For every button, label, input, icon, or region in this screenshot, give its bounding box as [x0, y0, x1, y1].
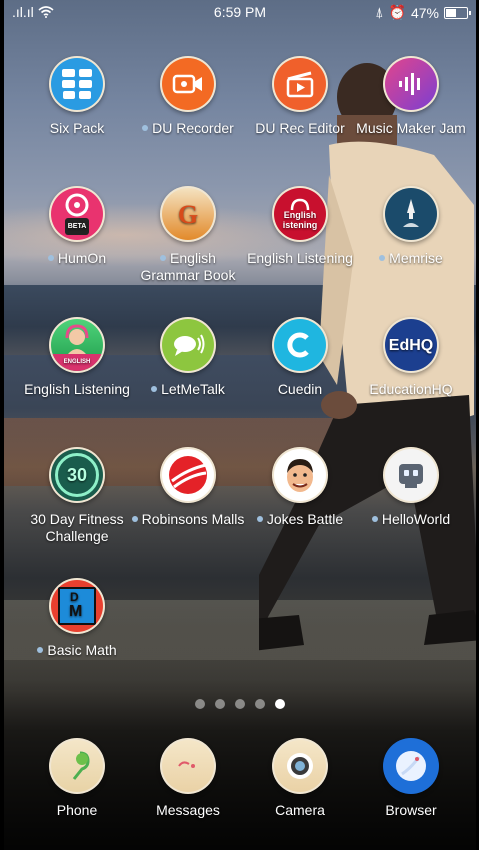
- six-pack-icon: [49, 56, 105, 112]
- app-30-day-fitness[interactable]: 30 30 Day Fitness Challenge: [18, 447, 136, 545]
- page-dot-current[interactable]: [275, 699, 285, 709]
- video-camera-icon: [160, 56, 216, 112]
- app-label: Browser: [385, 802, 437, 818]
- app-label: Basic Math: [18, 642, 136, 659]
- messages-icon: [160, 738, 216, 794]
- status-right: ⍋ ⏰ 47%: [375, 4, 471, 21]
- app-robinsons-malls[interactable]: Robinsons Malls: [129, 447, 247, 528]
- humon-icon: BETA: [49, 186, 105, 242]
- new-indicator-dot: [160, 255, 167, 261]
- silent-icon: ⍋: [375, 4, 384, 20]
- app-english-listening[interactable]: English istening English Listening: [241, 186, 359, 267]
- grammar-book-icon: G: [160, 186, 216, 242]
- app-english-listening-2[interactable]: ENGLISH English Listening: [18, 317, 136, 398]
- battery-percent: 47%: [410, 4, 439, 21]
- app-label: Music Maker Jam: [356, 120, 466, 136]
- app-memrise[interactable]: Memrise: [352, 186, 470, 267]
- dock-browser[interactable]: Browser: [352, 738, 470, 819]
- page-dot[interactable]: [235, 699, 245, 709]
- app-label: DU Recorder: [129, 120, 247, 137]
- phone-icon: [49, 738, 105, 794]
- app-label: Cuedin: [277, 381, 323, 397]
- app-letmetalk[interactable]: LetMeTalk: [129, 317, 247, 398]
- educationhq-icon: EdHQ: [383, 317, 439, 373]
- app-label: Phone: [56, 802, 98, 818]
- app-humon[interactable]: BETA HumOn: [18, 186, 136, 267]
- app-label: Messages: [156, 802, 220, 818]
- app-jokes-battle[interactable]: Jokes Battle: [241, 447, 359, 528]
- app-label: Jokes Battle: [241, 511, 359, 528]
- app-label: English Listening: [24, 381, 130, 397]
- dock-camera[interactable]: Camera: [241, 738, 359, 819]
- girl-headphones-icon: ENGLISH: [49, 317, 105, 373]
- app-english-grammar-book[interactable]: G English Grammar Book: [129, 186, 247, 284]
- cuedin-icon: [272, 317, 328, 373]
- new-indicator-dot: [256, 516, 263, 522]
- app-label: English Grammar Book: [140, 250, 236, 283]
- new-indicator-dot: [37, 647, 44, 653]
- app-label: English Listening: [247, 250, 353, 266]
- page-dot[interactable]: [215, 699, 225, 709]
- new-indicator-dot: [379, 255, 386, 261]
- robinsons-logo-icon: [160, 447, 216, 503]
- speech-bubble-icon: [160, 317, 216, 373]
- app-helloworld[interactable]: HelloWorld: [352, 447, 470, 528]
- app-label: HumOn: [18, 250, 136, 267]
- new-indicator-dot: [151, 386, 158, 392]
- app-label: 30 Day Fitness Challenge: [30, 511, 124, 544]
- dock-messages[interactable]: Messages: [129, 738, 247, 819]
- basic-math-icon: D M: [49, 578, 105, 634]
- new-indicator-dot: [142, 125, 149, 131]
- app-label: Six Pack: [49, 120, 105, 136]
- app-label: DU Rec Editor: [255, 120, 345, 136]
- app-label: LetMeTalk: [129, 381, 247, 398]
- app-label: Memrise: [352, 250, 470, 267]
- app-music-maker-jam[interactable]: Music Maker Jam: [352, 56, 470, 137]
- rocket-icon: [383, 186, 439, 242]
- beta-badge: BETA: [64, 218, 90, 235]
- app-cuedin[interactable]: Cuedin: [241, 317, 359, 398]
- clapperboard-icon: [272, 56, 328, 112]
- dock-phone[interactable]: Phone: [18, 738, 136, 819]
- page-dot[interactable]: [255, 699, 265, 709]
- page-indicator[interactable]: [4, 699, 476, 709]
- app-du-recorder[interactable]: DU Recorder: [129, 56, 247, 137]
- app-label: HelloWorld: [352, 511, 470, 528]
- app-label: Robinsons Malls: [129, 511, 247, 528]
- headphones-icon: English istening: [272, 186, 328, 242]
- app-six-pack[interactable]: Six Pack: [18, 56, 136, 137]
- app-du-rec-editor[interactable]: DU Rec Editor: [241, 56, 359, 137]
- alarm-icon: ⏰: [388, 4, 406, 20]
- robot-icon: [383, 447, 439, 503]
- new-indicator-dot: [131, 516, 138, 522]
- home-screen: .ıl.ıl 6:59 PM ⍋ ⏰ 47% Six Pack DU Recor…: [4, 0, 476, 850]
- page-dot[interactable]: [195, 699, 205, 709]
- app-educationhq[interactable]: EdHQ EducationHQ: [352, 317, 470, 398]
- battery-icon: [444, 6, 471, 19]
- browser-icon: [383, 738, 439, 794]
- status-bar: .ıl.ıl 6:59 PM ⍋ ⏰ 47%: [4, 0, 476, 24]
- sound-wave-icon: [383, 56, 439, 112]
- new-indicator-dot: [47, 255, 54, 261]
- cartoon-face-icon: [272, 447, 328, 503]
- camera-icon: [272, 738, 328, 794]
- app-basic-math[interactable]: D M Basic Math: [18, 578, 136, 659]
- app-label: EducationHQ: [369, 381, 453, 397]
- new-indicator-dot: [371, 516, 378, 522]
- app-label: Camera: [275, 802, 325, 818]
- fitness-30-icon: 30: [49, 447, 105, 503]
